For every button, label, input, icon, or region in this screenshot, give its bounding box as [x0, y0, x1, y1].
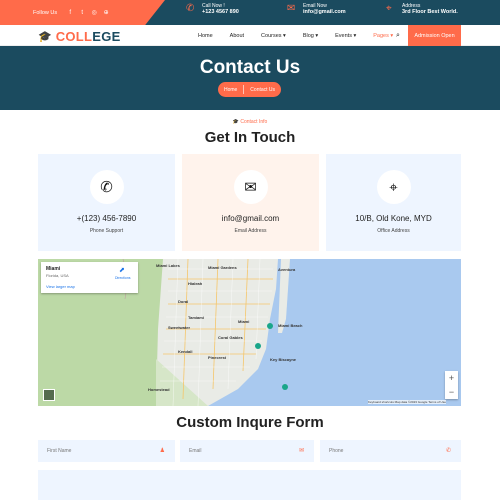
zoom-in-button[interactable]: +	[449, 373, 454, 383]
facebook-icon[interactable]: f	[67, 10, 73, 16]
logo-text-part2: EGE	[92, 29, 121, 44]
follow-us-bar: Follow Us f t ◎ ⊕	[0, 0, 165, 25]
phone-icon: ✆	[186, 3, 195, 14]
form-heading: Custom Inqure Form	[176, 414, 324, 431]
phone-card-value: +(123) 456-7890	[76, 214, 137, 223]
call-now-value[interactable]: +123 4567 890	[202, 9, 239, 15]
map-label: Miami	[238, 319, 250, 324]
view-larger-map-link[interactable]: View larger map	[46, 284, 75, 289]
message-textarea[interactable]	[38, 470, 461, 500]
email-placeholder: Email	[189, 448, 202, 454]
call-now-block: ✆ Call Now ! +123 4567 890	[186, 3, 239, 15]
phone-field[interactable]: Phone ✆	[320, 440, 461, 462]
address-value: 3rd Floor Best World.	[402, 9, 458, 15]
map-label: Pinecrest	[208, 355, 227, 360]
email-now-value[interactable]: info@gmail.com	[303, 9, 346, 15]
map-label: Hialeah	[188, 281, 203, 286]
page-hero: Contact Us Home Contact Us	[0, 46, 500, 110]
address-block: ⌖ Address 3rd Floor Best World.	[386, 3, 458, 15]
search-icon[interactable]: ⌕	[396, 32, 400, 40]
email-field[interactable]: Email ✉	[180, 440, 314, 462]
breadcrumb-separator	[243, 85, 245, 94]
map-label: Doral	[178, 299, 189, 304]
map-label: Kendall	[178, 349, 193, 354]
nav-item-pages[interactable]: Pages ▾	[373, 33, 393, 39]
zoom-out-button[interactable]: −	[449, 387, 454, 397]
nav-item-courses[interactable]: Courses ▾	[261, 33, 286, 39]
admission-open-button[interactable]: Admission Open	[408, 25, 461, 46]
map-label: Tamiami	[188, 315, 204, 320]
address-card-value: 10/B, Old Kone, MYD	[355, 214, 432, 223]
map-label: Aventura	[278, 267, 296, 272]
breadcrumb: Home Contact Us	[218, 82, 281, 97]
site-logo[interactable]: 🎓 COLLEGE	[38, 29, 121, 44]
location-pin-icon: ⌖	[386, 3, 392, 14]
nav-item-home[interactable]: Home	[198, 33, 213, 39]
map-place-name: Miami	[46, 266, 61, 272]
email-card-label: Email Address	[234, 228, 267, 234]
map-label: Miami Beach	[278, 323, 303, 328]
phone-card: ✆ +(123) 456-7890 Phone Support	[38, 154, 175, 251]
email-now-block: ✉ Email Now info@gmail.com	[287, 3, 346, 15]
map-place-region: Florida, USA	[46, 273, 69, 278]
section-eyebrow: 🎓 Contact Info	[232, 119, 268, 125]
address-card-label: Office Address	[377, 228, 410, 234]
map-satellite-toggle[interactable]	[43, 389, 55, 401]
logo-text-part1: COLL	[55, 29, 93, 44]
map-label: Sweetwater	[168, 325, 191, 330]
main-nav: 🎓 COLLEGE Home About Courses ▾ Blog ▾ Ev…	[0, 25, 500, 46]
nav-item-events[interactable]: Events ▾	[335, 33, 356, 39]
first-name-field[interactable]: First Name ♟	[38, 440, 175, 462]
graduation-cap-icon: 🎓	[38, 31, 52, 43]
follow-us-label: Follow Us	[33, 9, 58, 16]
envelope-icon: ✉	[298, 448, 304, 454]
address-card: ⌖ 10/B, Old Kone, MYD Office Address	[326, 154, 461, 251]
envelope-icon: ✉	[287, 3, 296, 14]
top-bar: Follow Us f t ◎ ⊕ ✆ Call Now ! +123 4567…	[0, 0, 500, 25]
phone-card-label: Phone Support	[89, 228, 124, 234]
first-name-placeholder: First Name	[47, 448, 72, 454]
phone-placeholder: Phone	[329, 448, 344, 454]
nav-item-blog[interactable]: Blog ▾	[303, 33, 318, 39]
map-label: Miami Gardens	[208, 265, 237, 270]
map-label: Miami Lakes	[156, 263, 180, 268]
phone-icon: ✆	[445, 448, 451, 454]
map-label: Coral Gables	[218, 335, 243, 340]
map-info-card: Miami Florida, USA View larger map ⬈ Dir…	[41, 262, 138, 293]
breadcrumb-current: Contact Us	[250, 86, 276, 93]
page-title: Contact Us	[199, 57, 301, 78]
user-icon: ♟	[159, 448, 165, 454]
pinterest-icon[interactable]: ⊕	[103, 10, 109, 16]
instagram-icon[interactable]: ◎	[91, 10, 97, 16]
twitter-icon[interactable]: t	[79, 10, 85, 16]
email-card: ✉ info@gmail.com Email Address	[182, 154, 319, 251]
section-heading: Get In Touch	[204, 129, 296, 146]
location-pin-icon: ⌖	[376, 170, 411, 204]
envelope-icon: ✉	[233, 170, 268, 204]
map-footer: Keyboard shortcuts Map data ©2023 Google…	[368, 400, 446, 404]
map-label: Homestead	[148, 387, 170, 392]
email-card-value: info@gmail.com	[221, 214, 280, 223]
directions-link[interactable]: Directions	[115, 276, 131, 280]
directions-icon[interactable]: ⬈	[119, 266, 125, 274]
nav-menu: Home About Courses ▾ Blog ▾ Events ▾ Pag…	[198, 25, 410, 46]
breadcrumb-home[interactable]: Home	[224, 87, 237, 93]
map-zoom-controls: + −	[445, 371, 458, 399]
map-label: Key Biscayne	[270, 357, 297, 362]
phone-icon: ✆	[89, 170, 124, 204]
nav-item-about[interactable]: About	[230, 33, 244, 39]
